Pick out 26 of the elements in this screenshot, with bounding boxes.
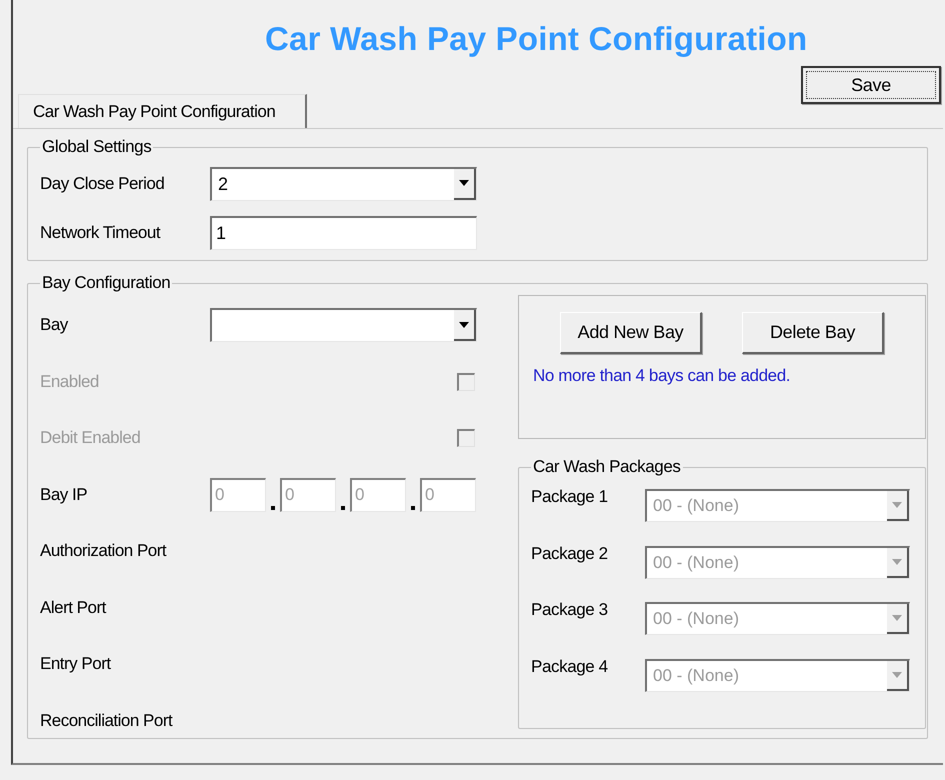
field-label: Bay IP <box>40 484 88 505</box>
group-title: Global Settings <box>41 137 152 157</box>
info-message: No more than 4 bays can be added. <box>533 366 792 386</box>
dropdown[interactable]: 2 <box>210 166 477 200</box>
group-title: Car Wash Packages <box>532 457 682 477</box>
tab[interactable]: Car Wash Pay Point Configuration <box>18 94 308 128</box>
field-label: Network Timeout <box>40 222 162 242</box>
dropdown[interactable] <box>210 308 477 342</box>
page-title: Car Wash Pay Point Configuration <box>265 20 808 58</box>
field-label: Enabled <box>40 372 100 392</box>
field-label: Alert Port <box>40 598 108 618</box>
field-label: Bay <box>40 315 70 336</box>
field-label: Package 2 <box>531 544 609 564</box>
group-title: Bay Configuration <box>41 273 172 293</box>
field-label: Package 1 <box>531 487 609 507</box>
field-label: Day Close Period <box>40 174 166 194</box>
field-label: Entry Port <box>40 654 112 674</box>
field-label: Debit Enabled <box>40 428 142 448</box>
action-button[interactable]: Delete Bay <box>742 312 884 354</box>
input-field[interactable]: 1 <box>210 216 477 250</box>
save-button[interactable]: Save <box>801 66 941 104</box>
action-button[interactable]: Add New Bay <box>560 312 702 354</box>
field-label: Authorization Port <box>40 541 168 562</box>
field-label: Package 3 <box>531 600 609 620</box>
field-label: Reconciliation Port <box>40 710 174 731</box>
field-label: Package 4 <box>531 656 609 676</box>
